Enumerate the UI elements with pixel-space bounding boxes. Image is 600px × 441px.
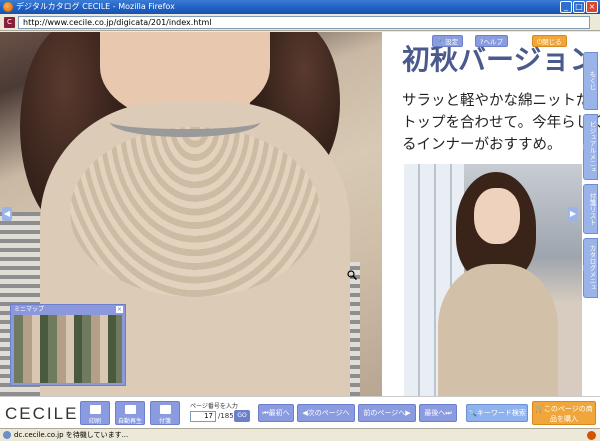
firefox-status-icon	[587, 431, 596, 440]
last-page-button[interactable]: 最後へ⏭	[419, 404, 457, 422]
tab-contents[interactable]: もくじ	[583, 52, 598, 110]
go-button[interactable]: GO	[234, 410, 250, 422]
window-title: デジタルカタログ CECILE - Mozilla Firefox	[16, 2, 175, 11]
side-tabs: もくじ ビジュアルメニュー 付箋リスト カタログメニュー	[578, 52, 598, 302]
print-label: 印刷	[88, 418, 101, 425]
minimap-panel[interactable]: ミニマップ ×	[10, 304, 126, 386]
sticky-label: 付箋	[158, 418, 171, 425]
address-bar: C http://www.cecile.co.jp/digicata/201/i…	[0, 14, 600, 31]
settings-label: 設定	[445, 38, 459, 46]
exit-button[interactable]: ⏻閉じる	[532, 35, 567, 47]
catalog-viewer: 初秋バージョン サラッと軽やかな綿ニットだ トップを合わせて。今年らしく るイン…	[0, 32, 600, 396]
close-button[interactable]: ×	[586, 1, 598, 13]
photo-sweater-yoke	[70, 127, 320, 297]
prev-page-button[interactable]: 前のページへ▶	[358, 404, 416, 422]
bottom-toolbar: CECILE 印刷 自動再生 付箋 ページ番号を入力 17 /185 GO ⏮最…	[0, 396, 600, 428]
tab-sticky-list[interactable]: 付箋リスト	[583, 184, 598, 234]
photo-model-body	[438, 264, 558, 396]
search-icon: 🔍	[468, 409, 477, 417]
body-line: サラッと軽やかな綿ニットだ	[402, 93, 591, 109]
zoom-cursor-icon	[347, 270, 357, 280]
model-photo[interactable]	[404, 164, 582, 396]
photo-neckline	[110, 107, 260, 137]
arrow-right-icon: ▶	[405, 409, 411, 417]
maximize-button[interactable]: □	[573, 1, 585, 13]
help-label: ヘルプ	[483, 38, 503, 46]
autoplay-label: 自動再生	[117, 418, 142, 425]
photo-model-face	[474, 188, 520, 244]
cart-icon: 🛒	[535, 405, 544, 413]
minimize-button[interactable]: _	[560, 1, 572, 13]
loading-icon	[3, 431, 11, 439]
body-line: るインナーがおすすめ。	[402, 137, 562, 153]
keyword-search-label: キーワード検索	[476, 409, 526, 417]
last-page-icon: ⏭	[445, 409, 452, 417]
page-total: /185	[218, 412, 234, 420]
first-page-label: 最初へ	[268, 409, 290, 417]
sticky-note-icon	[160, 405, 171, 414]
wrench-icon: 🔧	[437, 38, 446, 46]
next-page-label: 次のページへ	[307, 409, 350, 417]
prev-page-arrow[interactable]: ◀	[2, 207, 12, 221]
first-page-button[interactable]: ⏮最初へ	[258, 404, 294, 422]
tab-catalog-menu[interactable]: カタログメニュー	[578, 238, 598, 298]
minimap-close-button[interactable]: ×	[116, 306, 123, 313]
exit-label: 閉じる	[542, 38, 562, 46]
page-jump: ページ番号を入力 17 /185 GO	[190, 401, 260, 427]
prev-page-label: 前のページへ	[363, 409, 406, 417]
firefox-icon	[3, 2, 13, 12]
page-input-label: ページ番号を入力	[190, 403, 238, 410]
body-line: トップを合わせて。今年らしく	[402, 115, 600, 131]
help-button[interactable]: ?ヘルプ	[475, 35, 508, 47]
status-text: dc.cecile.co.jp を待機しています...	[14, 431, 129, 439]
page-body-text: サラッと軽やかな綿ニットだ トップを合わせて。今年らしく るインナーがおすすめ。	[402, 90, 600, 156]
printer-icon	[90, 405, 101, 414]
minimap-thumbnail[interactable]	[14, 315, 122, 383]
buy-label: このページの商品を購入	[543, 405, 593, 423]
next-page-button[interactable]: ◀次のページへ	[297, 404, 355, 422]
tab-visual-menu[interactable]: ビジュアルメニュー	[578, 114, 598, 180]
sticky-button[interactable]: 付箋	[150, 401, 180, 425]
settings-button[interactable]: 🔧設定	[432, 35, 464, 47]
last-page-label: 最後へ	[424, 409, 446, 417]
page-number-input[interactable]: 17	[190, 411, 216, 422]
site-icon: C	[4, 17, 15, 28]
minimap-title: ミニマップ	[14, 306, 45, 313]
print-button[interactable]: 印刷	[80, 401, 110, 425]
buy-button[interactable]: 🛒このページの商品を購入	[532, 401, 596, 425]
status-bar: dc.cecile.co.jp を待機しています...	[0, 428, 600, 441]
keyword-search-button[interactable]: 🔍キーワード検索	[466, 404, 528, 422]
next-page-arrow[interactable]: ▶	[568, 207, 578, 221]
autoplay-button[interactable]: 自動再生	[115, 401, 145, 425]
url-field[interactable]: http://www.cecile.co.jp/digicata/201/ind…	[18, 16, 590, 29]
window-title-bar: デジタルカタログ CECILE - Mozilla Firefox _ □ ×	[0, 0, 600, 14]
play-icon	[125, 405, 136, 414]
cecile-logo: CECILE	[5, 404, 79, 423]
